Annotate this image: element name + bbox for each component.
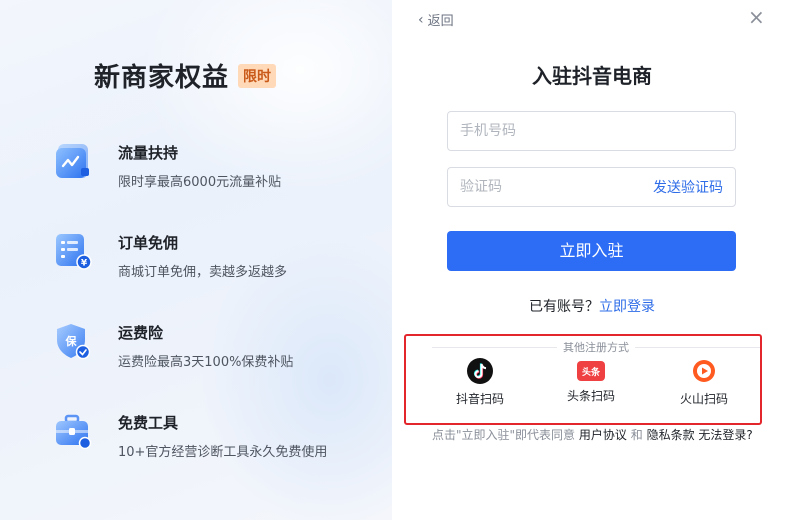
order-icon: ¥ [52,230,94,272]
benefit-desc: 限时享最高6000元流量补贴 [118,175,282,190]
code-input[interactable] [460,179,653,195]
toutiao-scan-button[interactable]: 头条 头条扫码 [551,358,631,404]
phone-field [447,111,736,151]
benefit-title: 订单免佣 [118,234,179,252]
benefit-item-order: ¥ 订单免佣 商城订单免佣，卖越多返越多 [52,230,287,280]
code-field: 发送验证码 [447,167,736,207]
benefit-title: 流量扶持 [118,144,179,162]
agreement-and: 和 [630,428,643,442]
benefit-desc: 10+官方经营诊断工具永久免费使用 [118,445,328,460]
toolbox-icon [52,410,94,452]
svg-text:保: 保 [65,334,78,348]
huoshan-icon [691,358,717,384]
benefit-title: 免费工具 [118,414,179,432]
huoshan-scan-button[interactable]: 火山扫码 [664,358,744,407]
benefit-item-shipping: 保 运费险 运费险最高3天100%保费补贴 [52,320,293,370]
form-title: 入驻抖音电商 [532,64,652,88]
scan-label: 抖音扫码 [455,392,504,406]
other-register-divider: 其他注册方式 [432,340,760,354]
has-account-text: 已有账号？ [529,299,599,315]
benefit-item-tools: 免费工具 10+官方经营诊断工具永久免费使用 [52,410,327,460]
limited-badge: 限时 [238,63,277,88]
traffic-icon [52,140,94,182]
login-link[interactable]: 立即登录 [599,299,655,315]
svg-text:¥: ¥ [81,259,88,269]
privacy-link[interactable]: 隐私条款 [647,428,695,442]
close-button[interactable]: × [748,7,765,27]
benefit-desc: 商城订单免佣，卖越多返越多 [118,265,288,280]
douyin-icon [467,358,493,384]
promo-panel: 新商家权益 限时 流量扶持 限时享最高6000元流量补贴 ¥ 订单免佣 商城订单… [0,0,392,520]
scan-label: 头条扫码 [566,389,615,403]
close-icon: × [748,5,765,29]
divider-line [635,346,760,348]
scan-label: 火山扫码 [679,392,728,406]
other-register-label: 其他注册方式 [563,341,629,354]
has-account-row: 已有账号？立即登录 [392,296,792,316]
register-panel: ‹ 返回 × 入驻抖音电商 发送验证码 立即入驻 已有账号？立即登录 其他注册方… [392,0,797,520]
shield-icon: 保 [52,320,94,362]
benefit-desc: 运费险最高3天100%保费补贴 [118,355,294,370]
user-agreement-link[interactable]: 用户协议 [579,428,627,442]
douyin-scan-button[interactable]: 抖音扫码 [440,358,520,407]
benefit-title: 运费险 [118,324,164,342]
divider-line [432,346,557,348]
agreement-text: 点击"立即入驻"即代表同意 用户协议 和 隐私条款 无法登录? [432,426,753,443]
cannot-login-link[interactable]: 无法登录? [698,428,752,442]
svg-text:头条: 头条 [582,366,601,378]
send-code-button[interactable]: 发送验证码 [653,177,723,197]
promo-title: 新商家权益 [94,63,230,93]
back-label: 返回 [427,14,454,29]
submit-button[interactable]: 立即入驻 [447,231,736,271]
benefit-item-traffic: 流量扶持 限时享最高6000元流量补贴 [52,140,281,190]
toutiao-icon: 头条 [577,361,605,381]
promo-headline: 新商家权益 限时 [94,57,277,94]
phone-input[interactable] [460,123,723,139]
back-button[interactable]: ‹ 返回 [418,10,454,30]
agreement-prefix: 点击"立即入驻"即代表同意 [432,428,576,442]
chevron-left-icon: ‹ [418,11,424,28]
